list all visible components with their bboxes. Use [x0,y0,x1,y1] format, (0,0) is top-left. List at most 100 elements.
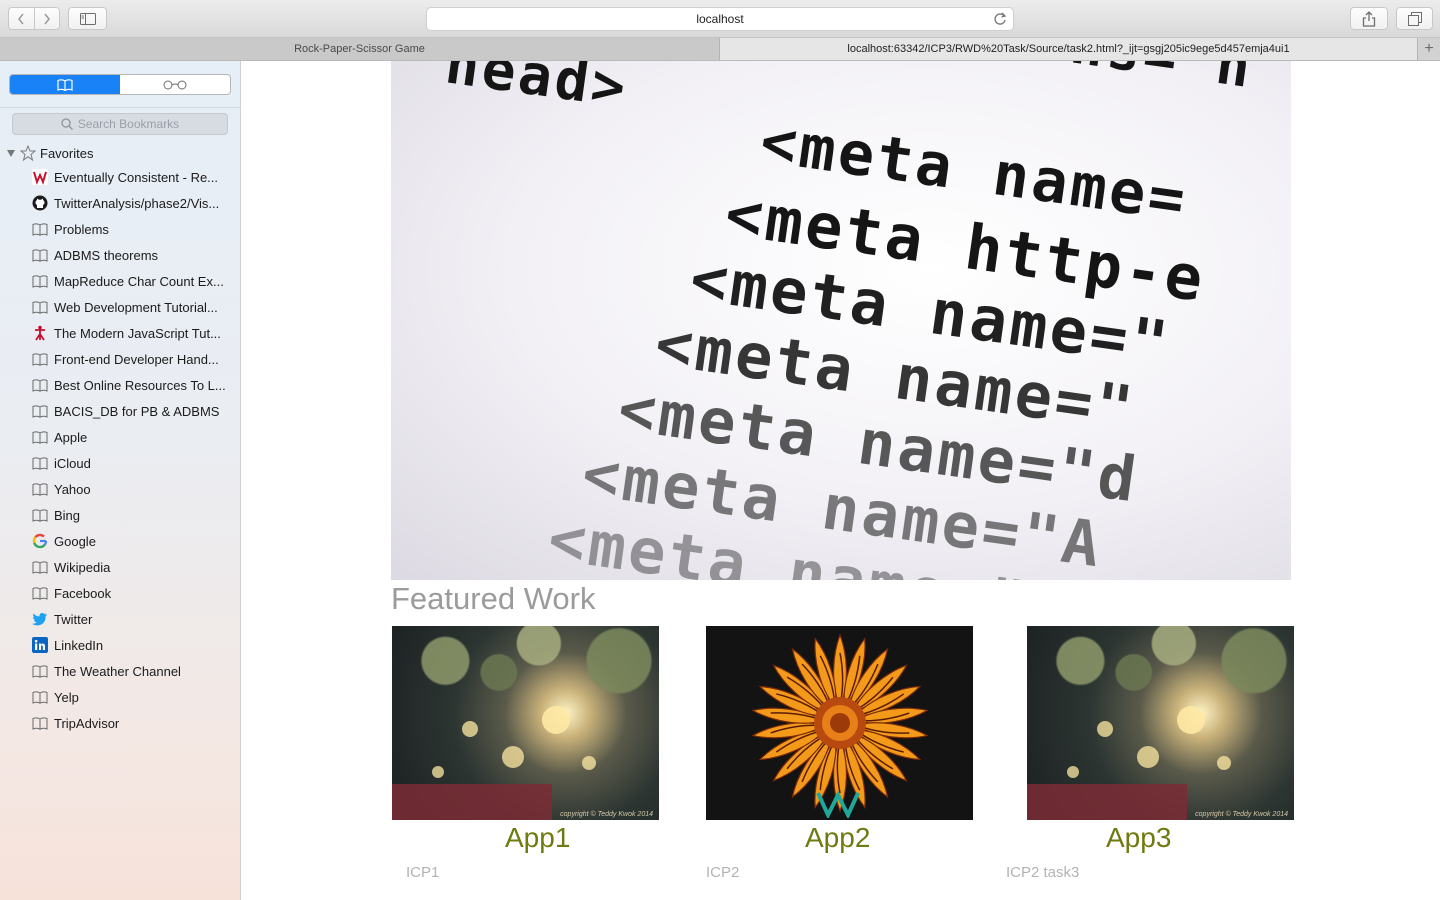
bookmark-item[interactable]: Eventually Consistent - Re... [31,164,231,190]
bookmark-label: BACIS_DB for PB & ADBMS [54,403,220,419]
bookmark-label: LinkedIn [54,637,104,653]
bookmark-label: Bing [54,507,81,523]
red-ground [1027,784,1188,820]
star-icon [20,145,36,161]
search-icon [61,118,73,130]
new-tab-button[interactable]: + [1417,38,1440,60]
forward-button[interactable] [33,8,60,29]
book-icon [31,507,49,523]
bookmark-label: Problems [54,221,109,237]
back-button[interactable] [9,8,34,29]
address-text: localhost [696,12,744,26]
bookmark-label: Apple [54,429,88,445]
js-logo-icon [31,325,49,341]
bookmark-label: Eventually Consistent - Re... [54,169,219,185]
app-subtitle: ICP1 [406,864,440,881]
bokeh-light [1067,766,1079,778]
divider [0,107,241,108]
hero-image: head> ns="h <meta name= <meta http-e <me… [391,61,1291,580]
tabs-overview-button[interactable] [1396,7,1433,30]
chevron-right-icon [44,13,50,24]
bookmark-item[interactable]: BACIS_DB for PB & ADBMS [31,398,231,424]
tree-foliage [1027,626,1294,743]
bookmarks-tab[interactable] [10,75,120,94]
bookmark-item[interactable]: Google [31,528,231,554]
share-button[interactable] [1350,7,1388,30]
favorites-folder[interactable]: Favorites [6,143,93,163]
bookmark-item[interactable]: TripAdvisor [31,710,231,736]
bookmark-item[interactable]: Bing [31,502,231,528]
bookmark-label: TripAdvisor [54,715,120,731]
book-icon [31,455,49,471]
bokeh-light [582,756,596,770]
browser-toolbar: localhost [0,0,1440,38]
bookmark-label: Front-end Developer Hand... [54,351,219,367]
sidebar-toggle-button[interactable] [68,7,107,30]
bokeh-light [502,746,524,768]
bookmark-item[interactable]: Twitter [31,606,231,632]
bookmark-item[interactable]: Web Development Tutorial... [31,294,231,320]
chevron-left-icon [18,13,24,24]
bookmark-item[interactable]: Apple [31,424,231,450]
app-subtitle: ICP2 [706,864,740,881]
book-icon [31,663,49,679]
hero-code-line: ns="h [1066,61,1257,101]
bookmark-item[interactable]: iCloud [31,450,231,476]
bookmark-item[interactable]: Yelp [31,684,231,710]
app-title-link[interactable]: App3 [1106,822,1171,854]
bookmark-item[interactable]: TwitterAnalysis/phase2/Vis... [31,190,231,216]
bookmark-label: iCloud [54,455,91,471]
bookmark-item[interactable]: Yahoo [31,476,231,502]
bookmark-label: The Modern JavaScript Tut... [54,325,221,341]
bookmark-label: Twitter [54,611,93,627]
nav-buttons [8,7,60,30]
bokeh-light [1177,706,1205,734]
book-icon [31,481,49,497]
bookmark-item[interactable]: Best Online Resources To L... [31,372,231,398]
bookmark-item[interactable]: MapReduce Char Count Ex... [31,268,231,294]
book-icon [31,559,49,575]
tab-title: localhost:63342/ICP3/RWD%20Task/Source/t… [847,43,1290,55]
bookmark-item[interactable]: The Modern JavaScript Tut... [31,320,231,346]
bookmark-label: Yahoo [54,481,91,497]
book-icon [31,429,49,445]
bookmark-item[interactable]: Wikipedia [31,554,231,580]
share-icon [1362,10,1376,27]
bokeh-image[interactable]: copyright © Teddy Kwok 2014 [392,626,659,820]
bookmark-label: TwitterAnalysis/phase2/Vis... [54,195,220,211]
bokeh-light [1097,721,1113,737]
bookmark-label: ADBMS theorems [54,247,159,263]
glasses-icon [163,80,187,89]
bookmark-item[interactable]: LinkedIn [31,632,231,658]
book-icon [31,403,49,419]
bookmark-label: Yelp [54,689,79,705]
book-icon [31,585,49,601]
app-title-link[interactable]: App1 [505,822,570,854]
bookmark-item[interactable]: Front-end Developer Hand... [31,346,231,372]
book-icon [31,377,49,393]
bookmark-item[interactable]: ADBMS theorems [31,242,231,268]
search-bookmarks-input[interactable]: Search Bookmarks [12,113,228,135]
bookmark-item[interactable]: Facebook [31,580,231,606]
bookmarks-list: Eventually Consistent - Re... TwitterAnal… [31,164,231,736]
book-icon [31,689,49,705]
app-title-link[interactable]: App2 [805,822,870,854]
disclosure-triangle-icon[interactable] [6,148,16,158]
book-icon [31,351,49,367]
flower-image[interactable] [706,626,973,820]
bokeh-image[interactable]: copyright © Teddy Kwok 2014 [1027,626,1294,820]
bokeh-light [432,766,444,778]
tab-rock-paper-scissor[interactable]: Rock-Paper-Scissor Game [0,38,720,60]
google-icon [31,533,49,549]
bokeh-light [462,721,478,737]
github-icon [31,195,49,211]
hero-code-line: head> [441,61,633,122]
tab-task2-active[interactable]: localhost:63342/ICP3/RWD%20Task/Source/t… [720,38,1417,60]
red-ground [392,784,553,820]
address-bar[interactable]: localhost [426,7,1014,31]
reload-icon[interactable] [992,11,1008,27]
bookmark-item[interactable]: The Weather Channel [31,658,231,684]
sidebar-segmented-control [9,74,231,95]
reading-list-tab[interactable] [120,75,230,94]
bookmark-item[interactable]: Problems [31,216,231,242]
